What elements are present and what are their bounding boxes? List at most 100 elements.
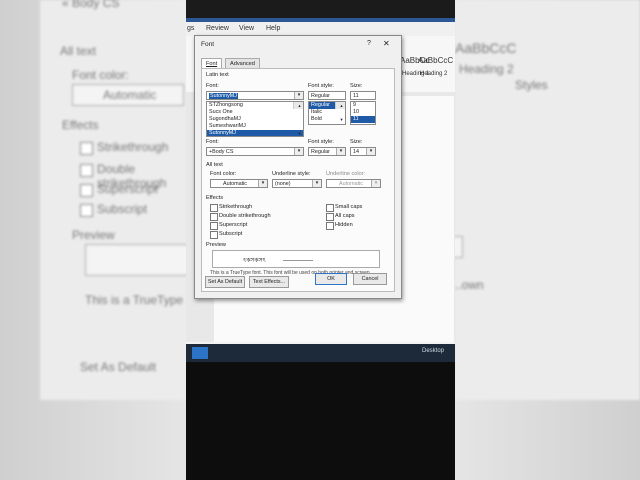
font-input[interactable]: SutonnyMJ ▾ [206, 91, 304, 100]
all-caps-label: All caps [335, 213, 355, 219]
complex-style-label: Font style: [308, 139, 334, 145]
chevron-down-icon[interactable]: ▾ [258, 180, 267, 187]
font-style-list[interactable]: Regular Italic Bold ▴ ▾ [308, 101, 346, 125]
bg-box [85, 244, 192, 276]
bg-label: Superscript [97, 182, 158, 196]
underline-style-label: Underline style: [272, 171, 311, 177]
size-list[interactable]: 9 10 11 [350, 101, 376, 125]
hidden-checkbox[interactable] [326, 222, 334, 230]
bg-checkbox [80, 164, 93, 177]
ok-button[interactable]: OK [315, 273, 347, 285]
blurred-dialog-copy-right: AaBbCcC Heading 2 Styles ..own [445, 0, 640, 400]
bg-checkbox [80, 204, 93, 217]
double-strikethrough-checkbox[interactable] [210, 213, 218, 221]
complex-font-input[interactable]: +Body CS ▾ [206, 147, 304, 156]
bg-label: Strikethrough [97, 140, 169, 154]
ribbon-tab[interactable]: gs [187, 25, 194, 32]
bg-label: Font color: [72, 68, 129, 82]
bg-label: « Body CS [62, 0, 120, 10]
complex-size-label: Size: [350, 139, 363, 145]
bg-label: Heading 2 [459, 62, 514, 76]
preview-label: Preview [206, 242, 226, 248]
small-caps-label: Small caps [335, 204, 363, 210]
ribbon-tab-help[interactable]: Help [266, 25, 280, 32]
ribbon-tab-review[interactable]: Review [206, 25, 229, 32]
bg-checkbox [80, 184, 93, 197]
all-text-heading: All text [206, 162, 223, 168]
desktop-label[interactable]: Desktop [422, 348, 444, 354]
ribbon-tab-view[interactable]: View [239, 25, 254, 32]
subscript-label: Subscript [219, 231, 243, 237]
font-list[interactable]: STZhongsong Sucs One SugondhaMJ Sumeshwa… [206, 101, 304, 137]
taskbar-app-icon[interactable] [192, 347, 208, 359]
subscript-checkbox[interactable] [210, 231, 218, 239]
strikethrough-checkbox[interactable] [210, 204, 218, 212]
list-item[interactable]: SumeshwariMJ [207, 123, 303, 130]
font-color-select[interactable]: Automatic ▾ [210, 179, 268, 188]
screen-top-edge [186, 0, 455, 18]
monitor-bezel [186, 362, 455, 480]
chevron-down-icon[interactable]: ▾ [312, 180, 321, 187]
bg-label: Styles [515, 78, 548, 92]
font-color-label: Font color: [210, 171, 237, 177]
list-item[interactable]: Italic [309, 109, 345, 116]
chevron-down-icon[interactable]: ▾ [336, 148, 345, 155]
all-caps-checkbox[interactable] [326, 213, 334, 221]
strikethrough-label: Strikethrough [219, 204, 253, 210]
superscript-label: Superscript [219, 222, 248, 228]
size-label: Size: [350, 83, 363, 89]
preview-baseline [283, 260, 313, 261]
underline-color-select[interactable]: Automatic ▾ [326, 179, 381, 188]
chevron-down-icon[interactable]: ▾ [294, 92, 303, 99]
style-heading2-label: Heading 2 [420, 71, 448, 77]
taskbar: Desktop [186, 344, 455, 362]
set-as-default-button[interactable]: Set As Default [205, 276, 245, 288]
hidden-label: Hidden [335, 222, 353, 228]
cancel-button[interactable]: Cancel [353, 273, 387, 285]
text-effects-button[interactable]: Text Effects... [249, 276, 289, 288]
bg-checkbox [80, 142, 93, 155]
complex-font-label: Font: [206, 139, 219, 145]
bg-label: Preview [72, 228, 115, 242]
blurred-dialog-copy-left: « Body CS All text Font color: Automatic… [40, 0, 192, 400]
bg-label: Set As Default [80, 360, 157, 374]
screen: gs Review View Help AaBbCc Heading 1 AaB… [186, 18, 455, 362]
font-style-label: Font style: [308, 83, 334, 89]
superscript-checkbox[interactable] [210, 222, 218, 230]
double-strikethrough-label: Double strikethrough [219, 213, 271, 219]
list-item-selected[interactable]: 11 [351, 116, 375, 123]
help-icon[interactable]: ? [367, 40, 371, 47]
list-item[interactable]: 9 [351, 102, 375, 109]
chevron-down-icon[interactable]: ▾ [366, 148, 375, 155]
ribbon-tabs: gs Review View Help [186, 22, 455, 36]
font-dialog: Font ? ✕ Font Advanced Latin text Font: … [194, 35, 402, 299]
list-item[interactable]: SugondhaMJ [207, 116, 303, 123]
font-style-input[interactable]: Regular [308, 91, 346, 100]
style-heading2-sample[interactable]: AaBbCcC [418, 56, 453, 65]
scrollbar[interactable]: ▴ ▾ [335, 102, 345, 122]
bg-label: Effects [62, 118, 99, 132]
close-icon[interactable]: ✕ [383, 39, 390, 48]
list-item-selected[interactable]: SutonnyMJ [207, 130, 303, 136]
bg-label: All text [60, 44, 97, 58]
list-item[interactable]: 10 [351, 109, 375, 116]
list-item[interactable]: Sucs One [207, 109, 303, 116]
bg-box: Automatic [72, 84, 184, 106]
underline-color-label: Underline color: [326, 171, 366, 177]
small-caps-checkbox[interactable] [326, 204, 334, 212]
size-input[interactable]: 11 [350, 91, 376, 100]
chevron-down-icon[interactable]: ▾ [294, 148, 303, 155]
complex-style-input[interactable]: Regular ▾ [308, 147, 346, 156]
underline-style-select[interactable]: (none) ▾ [272, 179, 322, 188]
complex-size-input[interactable]: 14 ▾ [350, 147, 376, 156]
preview-text: ৎকসকসৎ [243, 258, 266, 264]
list-item[interactable]: STZhongsong [207, 102, 303, 109]
latin-text-heading: Latin text [206, 72, 229, 78]
effects-heading: Effects [206, 195, 223, 201]
dialog-title: Font [201, 41, 215, 48]
preview-box: ৎকসকসৎ [212, 250, 380, 268]
scrollbar[interactable]: ▴ ▾ [293, 102, 303, 136]
chevron-down-icon[interactable]: ▾ [371, 180, 380, 187]
bg-label: Subscript [97, 202, 148, 216]
bg-label: ..own [455, 278, 484, 292]
